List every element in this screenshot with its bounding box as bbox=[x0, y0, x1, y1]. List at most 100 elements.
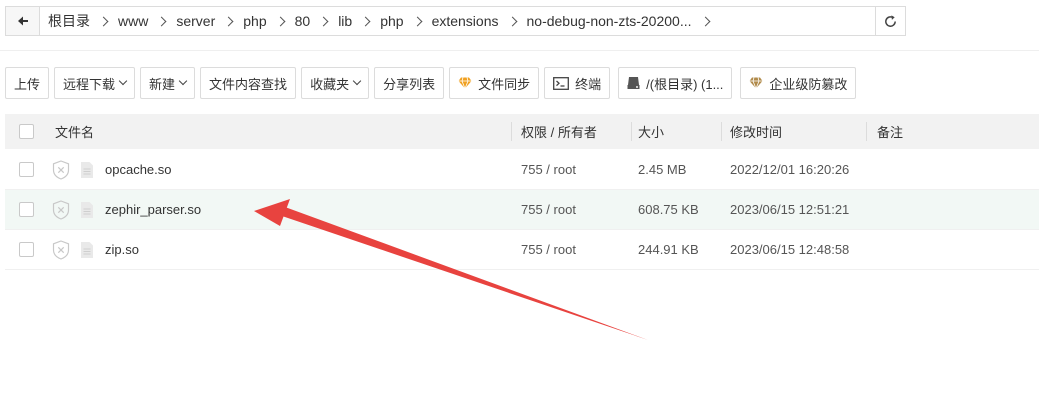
row-checkbox[interactable] bbox=[18, 162, 34, 177]
share-list-label: 分享列表 bbox=[383, 76, 436, 92]
crumb-root[interactable]: 根目录 bbox=[48, 11, 118, 31]
mtime-cell: 2023/06/15 12:51:21 bbox=[730, 202, 850, 217]
crumb-label[interactable]: php bbox=[380, 13, 403, 29]
crumb-label[interactable]: no-debug-non-zts-20200... bbox=[527, 13, 692, 29]
crumb-label[interactable]: extensions bbox=[432, 13, 499, 29]
share-list-button[interactable]: 分享列表 bbox=[374, 67, 445, 99]
chevron-right-icon bbox=[507, 16, 517, 26]
crumb-label[interactable]: 80 bbox=[295, 13, 311, 29]
file-sync-label: 文件同步 bbox=[478, 76, 531, 92]
select-all-checkbox[interactable] bbox=[18, 124, 34, 139]
header-perm[interactable]: 权限 / 所有者 bbox=[512, 114, 632, 149]
arrow-left-icon bbox=[17, 16, 28, 26]
file-icon bbox=[81, 201, 93, 218]
header-perm-label: 权限 / 所有者 bbox=[521, 125, 597, 140]
note-cell[interactable] bbox=[867, 152, 1039, 187]
search-content-button[interactable]: 文件内容查找 bbox=[200, 67, 297, 99]
crumb-www[interactable]: www bbox=[118, 13, 176, 29]
chevron-right-icon bbox=[412, 16, 423, 26]
favorites-label: 收藏夹 bbox=[310, 76, 350, 92]
disk-button[interactable]: /(根目录) (1... bbox=[618, 67, 733, 99]
file-icon bbox=[81, 241, 93, 258]
row-checkbox-cell bbox=[5, 232, 47, 267]
chevron-right-icon bbox=[223, 16, 234, 26]
file-name-link[interactable]: zephir_parser.so bbox=[105, 202, 201, 217]
table-header: 文件名 权限 / 所有者 大小 修改时间 备注 bbox=[5, 114, 1039, 149]
crumb-server[interactable]: server bbox=[176, 13, 243, 29]
size-cell: 608.75 KB bbox=[638, 202, 699, 217]
header-name[interactable]: 文件名 bbox=[47, 114, 512, 149]
crumb-current[interactable]: no-debug-non-zts-20200... bbox=[527, 13, 720, 29]
chevron-down-icon bbox=[178, 76, 188, 86]
name-cell: zephir_parser.so bbox=[47, 192, 512, 227]
file-name-link[interactable]: opcache.so bbox=[105, 162, 172, 177]
perm-cell[interactable]: 755 / root bbox=[512, 152, 632, 187]
name-cell: opcache.so bbox=[47, 152, 512, 187]
table-row[interactable]: zephir_parser.so 755 / root 608.75 KB 20… bbox=[5, 190, 1039, 230]
chevron-right-icon bbox=[275, 16, 286, 26]
back-button[interactable] bbox=[6, 7, 40, 35]
crumb-php-2[interactable]: php bbox=[380, 13, 431, 29]
chevron-right-icon bbox=[98, 16, 109, 26]
toolbar: 上传 远程下载 新建 文件内容查找 收藏夹 分享列表 文件同步 终端 /(根目录… bbox=[5, 67, 861, 99]
file-name-link[interactable]: zip.so bbox=[105, 242, 139, 257]
header-name-label: 文件名 bbox=[55, 125, 95, 140]
remote-download-label: 远程下载 bbox=[63, 76, 116, 92]
chevron-right-icon bbox=[360, 16, 371, 26]
select-all-cell bbox=[5, 114, 47, 149]
chevron-down-icon bbox=[118, 76, 128, 86]
chevron-right-icon bbox=[318, 16, 329, 26]
breadcrumb: 根目录 www server php 80 lib php extensions… bbox=[40, 7, 875, 35]
disk-label: /(根目录) (1... bbox=[646, 76, 724, 92]
crumb-label[interactable]: php bbox=[243, 13, 266, 29]
crumb-label[interactable]: lib bbox=[338, 13, 352, 29]
diamond-icon bbox=[458, 77, 472, 89]
perm-cell[interactable]: 755 / root bbox=[512, 232, 632, 267]
crumb-lib[interactable]: lib bbox=[338, 13, 380, 29]
chevron-down-icon bbox=[352, 76, 362, 86]
row-checkbox[interactable] bbox=[18, 242, 34, 257]
search-content-label: 文件内容查找 bbox=[209, 76, 288, 92]
row-checkbox-cell bbox=[5, 192, 47, 227]
shield-x-icon[interactable] bbox=[52, 199, 70, 220]
crumb-php[interactable]: php bbox=[243, 13, 294, 29]
shield-x-icon[interactable] bbox=[52, 239, 70, 260]
note-cell[interactable] bbox=[867, 232, 1039, 267]
header-mtime[interactable]: 修改时间 bbox=[722, 114, 867, 149]
chevron-right-icon bbox=[156, 16, 167, 26]
remote-download-button[interactable]: 远程下载 bbox=[54, 67, 136, 99]
row-checkbox-cell bbox=[5, 152, 47, 187]
crumb-label[interactable]: server bbox=[176, 13, 215, 29]
crumb-label[interactable]: www bbox=[118, 13, 148, 29]
enterprise-tamper-button[interactable]: 企业级防篡改 bbox=[740, 67, 857, 99]
header-note-label: 备注 bbox=[877, 125, 904, 140]
table-row[interactable]: zip.so 755 / root 244.91 KB 2023/06/15 1… bbox=[5, 230, 1039, 270]
file-icon bbox=[81, 161, 93, 178]
file-sync-button[interactable]: 文件同步 bbox=[449, 67, 540, 99]
perm-cell[interactable]: 755 / root bbox=[512, 192, 632, 227]
header-size[interactable]: 大小 bbox=[632, 114, 722, 149]
new-button[interactable]: 新建 bbox=[140, 67, 196, 99]
name-cell: zip.so bbox=[47, 232, 512, 267]
header-note: 备注 bbox=[867, 114, 1039, 149]
header-size-label: 大小 bbox=[638, 125, 665, 140]
crumb-80[interactable]: 80 bbox=[295, 13, 339, 29]
mtime-cell: 2022/12/01 16:20:26 bbox=[730, 162, 850, 177]
upload-button[interactable]: 上传 bbox=[5, 67, 50, 99]
size-cell: 244.91 KB bbox=[638, 242, 699, 257]
shield-x-icon[interactable] bbox=[52, 159, 70, 180]
disk-icon bbox=[627, 76, 640, 90]
upload-label: 上传 bbox=[14, 76, 41, 92]
refresh-button[interactable] bbox=[875, 7, 905, 35]
note-cell[interactable] bbox=[867, 192, 1039, 227]
terminal-label: 终端 bbox=[575, 76, 602, 92]
divider bbox=[0, 50, 1039, 51]
favorites-button[interactable]: 收藏夹 bbox=[301, 67, 370, 99]
diamond-icon bbox=[749, 77, 763, 89]
crumb-extensions[interactable]: extensions bbox=[432, 13, 527, 29]
crumb-label[interactable]: 根目录 bbox=[48, 11, 90, 31]
terminal-button[interactable]: 终端 bbox=[544, 67, 611, 99]
new-label: 新建 bbox=[149, 76, 176, 92]
table-row[interactable]: opcache.so 755 / root 2.45 MB 2022/12/01… bbox=[5, 150, 1039, 190]
row-checkbox[interactable] bbox=[18, 202, 34, 217]
